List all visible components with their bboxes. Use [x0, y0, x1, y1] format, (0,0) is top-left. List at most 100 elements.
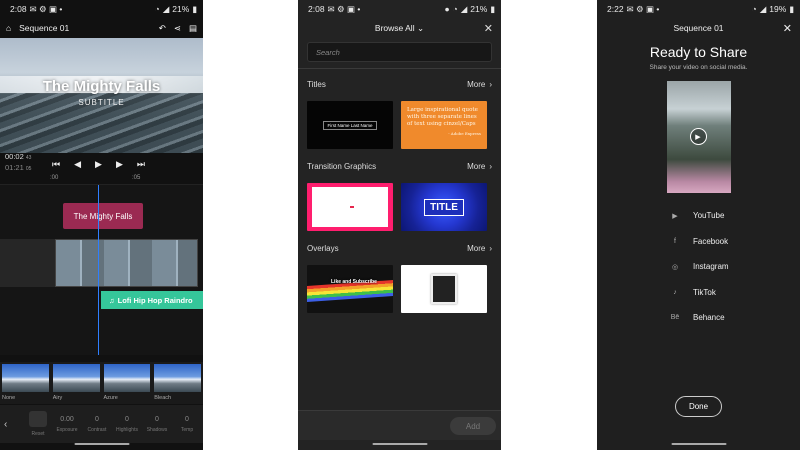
- tile-text: Like and Subscribe: [331, 279, 377, 285]
- adjustment-exposure[interactable]: 0.00 Exposure: [54, 416, 80, 433]
- share-header: Sequence 01 ✕: [597, 18, 800, 38]
- current-time: 00:02: [5, 152, 24, 161]
- title-template-tile[interactable]: Large inspirational quote with three sep…: [401, 101, 487, 149]
- video-clip[interactable]: [55, 239, 198, 287]
- transitions-section: Transition Graphics More › TITLE: [298, 155, 501, 231]
- reset-button[interactable]: Reset: [26, 411, 50, 437]
- adjust-label: Shadows: [146, 426, 168, 433]
- polaroid-frame: [431, 274, 457, 304]
- tile-text: Large inspirational quote with three sep…: [407, 107, 478, 127]
- filter-option[interactable]: Azure: [103, 364, 151, 402]
- tile-attribution: - Adobe Express: [448, 131, 481, 136]
- adjust-value: 0: [185, 415, 189, 423]
- status-time: 2:22: [607, 4, 624, 14]
- filter-label: Bleach: [154, 395, 172, 401]
- share-instagram[interactable]: ◎ Instagram: [670, 254, 800, 280]
- overlays-section: Overlays More › Like and Subscribe: [298, 237, 501, 313]
- battery-level: 19%: [769, 4, 787, 14]
- more-label: More: [467, 79, 486, 89]
- wifi-icon: ◔: [751, 4, 757, 14]
- filter-option[interactable]: Airy: [52, 364, 100, 402]
- adjustment-bar: ‹ Reset 0.00 Exposure 0 Contrast 0 Highligh…: [0, 405, 203, 443]
- add-button[interactable]: Add: [450, 417, 496, 435]
- browse-dropdown[interactable]: Browse All ⌄: [375, 23, 424, 34]
- page-subtitle: Share your video on social media.: [649, 64, 748, 71]
- audio-clip[interactable]: ♫ Lofi Hip Hop Raindro: [101, 291, 203, 309]
- close-icon[interactable]: ✕: [783, 22, 792, 35]
- overlay-tile[interactable]: Like and Subscribe: [307, 265, 393, 313]
- video-preview[interactable]: The Mighty Falls SUBTITLE: [0, 38, 203, 153]
- filter-option[interactable]: None: [2, 364, 49, 402]
- chevron-down-icon: ⌄: [416, 22, 425, 33]
- filter-thumbnail: [2, 364, 49, 392]
- adjust-label: Temp: [180, 426, 194, 433]
- filter-thumbnail: [103, 364, 151, 392]
- more-button[interactable]: More ›: [467, 244, 492, 253]
- total-time: 01:21: [5, 163, 24, 172]
- share-label: YouTube: [693, 211, 725, 221]
- divider: [298, 68, 501, 69]
- filter-strip: None Airy Azure Bleach: [0, 362, 203, 404]
- back-chevron-icon[interactable]: ‹: [4, 419, 22, 430]
- ruler-mark: :05: [132, 175, 141, 181]
- adjustment-shadows[interactable]: 0 Shadows: [144, 416, 170, 433]
- adjustment-highlights[interactable]: 0 Highlights: [114, 416, 140, 433]
- adjust-label: Contrast: [87, 426, 107, 433]
- done-button[interactable]: Done: [675, 396, 722, 417]
- adjustment-contrast[interactable]: 0 Contrast: [84, 416, 110, 433]
- empty-track-area: [0, 239, 55, 287]
- skip-to-start-icon[interactable]: ⏮: [52, 159, 60, 170]
- overlay-tile[interactable]: [401, 265, 487, 313]
- title-template-tile[interactable]: First Name Last Name: [307, 101, 393, 149]
- comment-icon[interactable]: ▤: [189, 23, 197, 34]
- skip-to-end-icon[interactable]: ⏭: [137, 159, 145, 170]
- page-title: Ready to Share: [649, 44, 748, 60]
- more-label: More: [467, 161, 486, 171]
- chevron-right-icon: ›: [489, 243, 492, 253]
- adjust-label: Exposure: [56, 426, 78, 433]
- search-input[interactable]: Search: [307, 42, 492, 62]
- share-youtube[interactable]: ▶ YouTube: [670, 203, 800, 229]
- title-clip[interactable]: The Mighty Falls: [63, 203, 143, 229]
- play-icon[interactable]: ▶: [95, 159, 102, 170]
- share-tiktok[interactable]: ♪ TikTok: [670, 280, 800, 306]
- instagram-icon: ◎: [671, 263, 679, 271]
- gesture-bar: [372, 443, 427, 445]
- chevron-right-icon: ›: [489, 161, 492, 171]
- share-screen: 2:22 ✉ ⚙ ▣ • ◔ ◢ 19% ▮ Sequence 01 ✕ Ready t…: [597, 0, 800, 450]
- transition-tile[interactable]: TITLE: [401, 183, 487, 231]
- timeline[interactable]: The Mighty Falls ♫ Lofi Hip Hop Raindro: [0, 185, 203, 355]
- audio-clip-label: Lofi Hip Hop Raindro: [117, 295, 193, 305]
- share-icon[interactable]: ⋖: [174, 23, 181, 34]
- share-label: Behance: [693, 313, 725, 323]
- filter-option[interactable]: Bleach: [154, 364, 201, 402]
- gesture-bar: [74, 443, 129, 445]
- sequence-title: Sequence 01: [19, 23, 70, 33]
- battery-level: 21%: [172, 4, 190, 14]
- signal-icon: ◢: [759, 3, 767, 14]
- close-icon[interactable]: ✕: [484, 22, 493, 35]
- more-button[interactable]: More ›: [467, 162, 492, 171]
- filter-label: None: [2, 395, 16, 401]
- filter-thumbnail: [52, 364, 100, 392]
- transition-tile[interactable]: [307, 183, 393, 231]
- tile-text: TITLE: [424, 198, 464, 216]
- adjust-label: Highlights: [116, 426, 138, 433]
- share-facebook[interactable]: f Facebook: [670, 229, 800, 255]
- step-forward-icon[interactable]: ▶: [116, 159, 123, 170]
- preview-title-overlay: The Mighty Falls: [42, 78, 161, 95]
- reset-icon: [29, 411, 47, 427]
- step-back-icon[interactable]: ◀: [74, 159, 81, 170]
- share-behance[interactable]: Bē Behance: [670, 305, 800, 331]
- play-icon[interactable]: ▶: [689, 128, 707, 145]
- undo-icon[interactable]: ↶: [159, 23, 166, 34]
- current-frames: 43: [25, 155, 32, 161]
- more-button[interactable]: More ›: [467, 80, 492, 89]
- video-thumbnail[interactable]: ▶: [666, 81, 731, 193]
- adjustment-temp[interactable]: 0 Temp: [174, 416, 200, 433]
- total-frames: 05: [25, 166, 32, 172]
- playhead[interactable]: [98, 185, 99, 355]
- home-icon[interactable]: ⌂: [6, 23, 11, 33]
- editor-toolbar: ⌂ Sequence 01 ↶ ⋖ ▤: [0, 18, 203, 38]
- wifi-icon: ◔: [154, 4, 160, 14]
